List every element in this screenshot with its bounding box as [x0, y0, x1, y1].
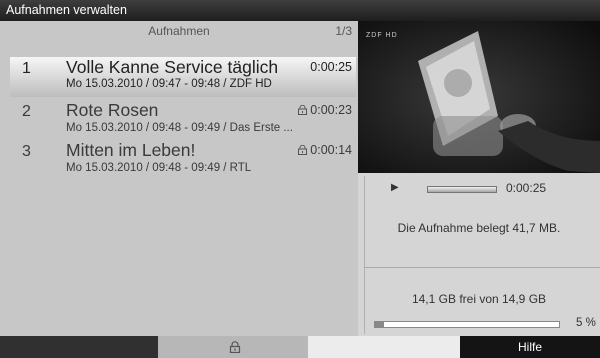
list-item-2[interactable]: 2 Rote Rosen 0:00:23 Mo 15.03.2010 / 09:…	[10, 100, 356, 140]
channel-logo: ZDF HD	[366, 32, 398, 39]
playback-progress-bar[interactable]	[427, 186, 497, 193]
red-key-button[interactable]	[0, 336, 158, 358]
color-key-bar: Hilfe	[0, 336, 600, 358]
recordings-list: Aufnahmen 1/3 1 Volle Kanne Service tägl…	[0, 21, 358, 336]
playback-progress-fill	[428, 187, 496, 192]
video-preview: ZDF HD	[358, 21, 600, 173]
item-duration: 0:00:23	[298, 103, 352, 117]
item-title: Rote Rosen	[66, 100, 159, 120]
page-indicator: 1/3	[335, 24, 352, 38]
window-title: Aufnahmen verwalten	[0, 0, 600, 21]
help-button[interactable]: Hilfe	[460, 336, 600, 358]
panel-divider	[364, 176, 365, 334]
item-number: 2	[22, 103, 31, 120]
storage-percent: 5 %	[576, 317, 596, 329]
yellow-key-button[interactable]	[308, 336, 460, 358]
item-duration-text: 0:00:14	[310, 143, 352, 157]
playback-row: ▶ 0:00:25	[358, 181, 600, 197]
details-panel: ZDF HD ▶ 0:00:25 Die Aufnahme belegt 41,…	[358, 21, 600, 336]
elapsed-time: 0:00:25	[506, 181, 547, 195]
list-header-title: Aufnahmen	[148, 24, 210, 38]
item-meta: Mo 15.03.2010 / 09:48 - 09:49 / Das Erst…	[66, 122, 293, 134]
preview-image	[358, 21, 600, 173]
lock-icon	[298, 105, 308, 115]
item-number: 1	[22, 60, 31, 77]
divider	[364, 267, 600, 268]
play-icon[interactable]: ▶	[391, 182, 399, 193]
green-key-button[interactable]	[158, 336, 308, 358]
free-space-text: 14,1 GB frei von 14,9 GB	[411, 292, 547, 306]
list-header: Aufnahmen 1/3	[0, 21, 358, 41]
list-item-3[interactable]: 3 Mitten im Leben! 0:00:14 Mo 15.03.2010…	[10, 140, 356, 180]
item-number: 3	[22, 143, 31, 160]
item-meta: Mo 15.03.2010 / 09:48 - 09:49 / RTL	[66, 162, 252, 174]
item-duration: 0:00:25	[310, 60, 352, 74]
item-duration: 0:00:14	[298, 143, 352, 157]
item-duration-text: 0:00:23	[310, 103, 352, 117]
lock-icon	[298, 145, 308, 155]
storage-usage-bar	[374, 321, 560, 328]
item-title: Volle Kanne Service täglich	[66, 57, 279, 77]
list-item-1[interactable]: 1 Volle Kanne Service täglich 0:00:25 Mo…	[10, 57, 356, 97]
recording-size-info: Die Aufnahme belegt 41,7 MB.	[397, 221, 561, 235]
lock-icon	[229, 341, 241, 353]
storage-usage-fill	[375, 322, 385, 327]
item-meta: Mo 15.03.2010 / 09:47 - 09:48 / ZDF HD	[66, 78, 272, 90]
item-title: Mitten im Leben!	[66, 140, 196, 160]
